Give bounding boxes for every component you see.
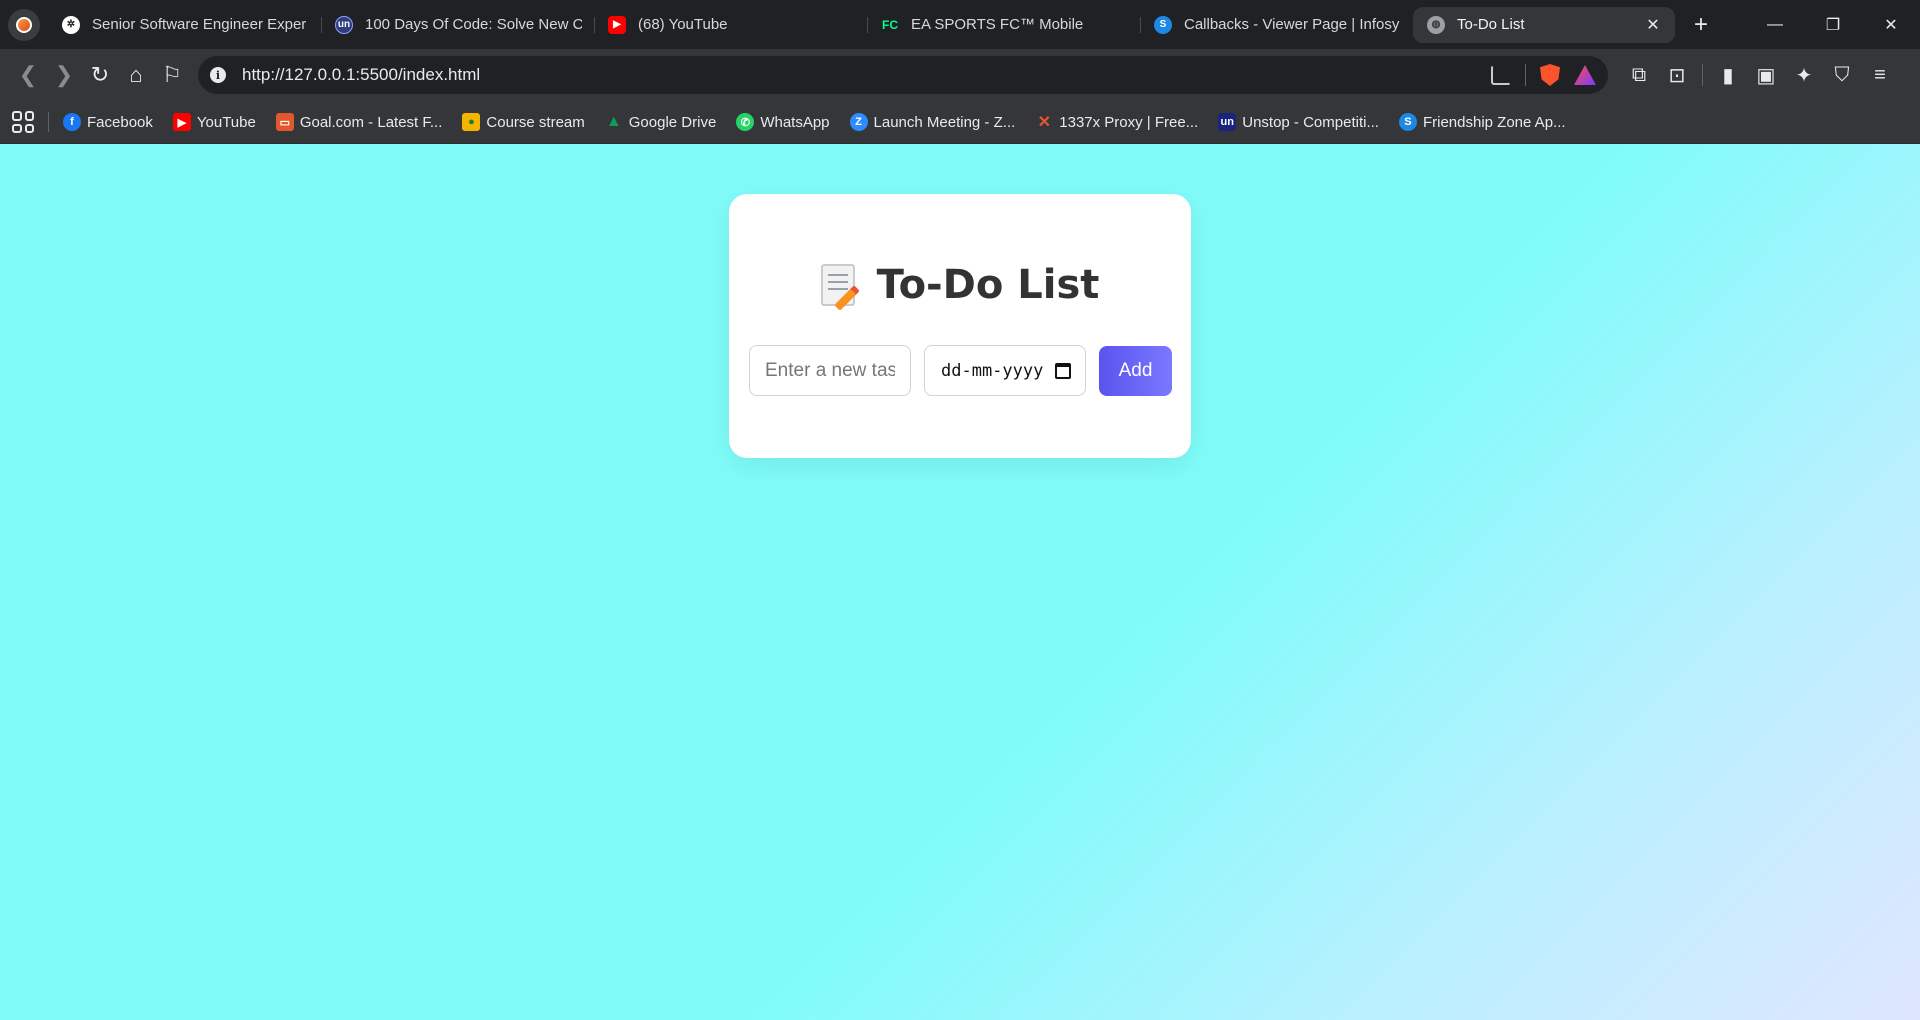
leo-ai-icon[interactable]: ✦ <box>1791 62 1817 88</box>
share-icon[interactable] <box>1491 65 1511 85</box>
window-controls: — ❐ ✕ <box>1746 0 1920 49</box>
reload-icon[interactable]: ↻ <box>82 57 118 93</box>
brave-logo-icon <box>16 16 32 33</box>
tab-title: (68) YouTube <box>638 16 728 33</box>
close-tab-icon[interactable]: ✕ <box>1643 15 1663 35</box>
vpn-icon[interactable]: ⛉ <box>1829 62 1855 88</box>
whatsapp-icon: ✆ <box>736 113 755 131</box>
goal-icon: ▭ <box>275 113 294 131</box>
unstop-icon: un <box>1218 113 1237 131</box>
toolbar: ❮ ❯ ↻ ⌂ ⚐ i http://127.0.0.1:5500/index.… <box>0 49 1920 101</box>
tab-strip: ✲ Senior Software Engineer Exper un 100 … <box>0 0 1920 49</box>
x-icon: ✕ <box>1037 114 1051 131</box>
url-text[interactable]: http://127.0.0.1:5500/index.html <box>242 65 1491 85</box>
youtube-icon: ▶ <box>172 113 191 131</box>
tab-title: Callbacks - Viewer Page | Infosy <box>1184 16 1400 33</box>
back-icon[interactable]: ❮ <box>10 57 46 93</box>
tab-title: Senior Software Engineer Exper <box>92 16 307 33</box>
openai-icon: ✲ <box>62 15 80 34</box>
tab-title: EA SPORTS FC™ Mobile <box>911 16 1084 33</box>
youtube-icon: ▶ <box>608 15 626 34</box>
tab[interactable]: S Callbacks - Viewer Page | Infosy <box>1140 7 1413 43</box>
bookmark-item[interactable]: ▲ Google Drive <box>605 113 717 131</box>
date-placeholder: dd-mm-yyyy <box>941 360 1044 381</box>
bookmark-label: YouTube <box>196 113 256 131</box>
divider <box>1702 64 1703 86</box>
bookmark-item[interactable]: Z Launch Meeting - Z... <box>849 113 1016 131</box>
bookmark-item[interactable]: ✕ 1337x Proxy | Free... <box>1035 113 1199 132</box>
bookmark-label: Facebook <box>87 113 153 131</box>
brave-shields-icon[interactable] <box>1540 64 1560 86</box>
infosys-icon: S <box>1154 15 1172 34</box>
ea-fc-icon: FC <box>882 17 898 32</box>
divider <box>48 112 49 132</box>
date-input[interactable]: dd-mm-yyyy <box>924 345 1086 396</box>
tab-active[interactable]: ◍ To-Do List ✕ <box>1413 6 1675 43</box>
menu-icon[interactable]: ≡ <box>1867 62 1893 88</box>
apps-icon[interactable] <box>12 111 34 133</box>
reading-mode-icon[interactable]: ⊡ <box>1664 62 1690 88</box>
bookmark-label: 1337x Proxy | Free... <box>1059 113 1199 131</box>
brave-menu-button[interactable] <box>8 8 40 41</box>
bookmark-label: WhatsApp <box>760 113 830 131</box>
page-title-text: To-Do List <box>876 262 1100 308</box>
bookmark-item[interactable]: S Friendship Zone Ap... <box>1398 113 1566 131</box>
bookmark-item[interactable]: ● Course stream <box>462 113 585 131</box>
classroom-icon: ● <box>462 113 481 131</box>
bookmark-item[interactable]: un Unstop - Competiti... <box>1218 113 1379 131</box>
bookmark-label: Google Drive <box>628 113 717 131</box>
bookmark-label: Unstop - Competiti... <box>1242 113 1379 131</box>
zoom-icon: Z <box>849 113 868 131</box>
site-info-icon[interactable]: i <box>210 67 226 83</box>
bookmark-label: Launch Meeting - Z... <box>873 113 1016 131</box>
tab[interactable]: ▶ (68) YouTube <box>594 7 867 43</box>
new-tab-button[interactable]: + <box>1685 9 1717 41</box>
task-input[interactable] <box>749 345 911 396</box>
google-drive-icon: ▲ <box>605 113 622 130</box>
unstop-icon: un <box>335 15 353 34</box>
add-button[interactable]: Add <box>1099 345 1172 396</box>
bookmark-label: Course stream <box>486 113 585 131</box>
facebook-icon: f <box>63 113 81 131</box>
minimize-icon[interactable]: — <box>1746 0 1804 49</box>
calendar-icon[interactable] <box>1055 362 1071 379</box>
tab-title: 100 Days Of Code: Solve New C <box>365 16 582 33</box>
sidebar-icon[interactable]: ▮ <box>1715 62 1741 88</box>
bookmarks-bar: f Facebook ▶ YouTube ▭ Goal.com - Latest… <box>0 101 1920 144</box>
bookmark-item[interactable]: ▭ Goal.com - Latest F... <box>275 113 443 131</box>
brave-rewards-icon[interactable] <box>1574 65 1596 85</box>
forward-icon[interactable]: ❯ <box>46 57 82 93</box>
bookmark-label: Goal.com - Latest F... <box>299 113 443 131</box>
divider <box>1525 64 1526 86</box>
bookmark-label: Friendship Zone Ap... <box>1422 113 1566 131</box>
bookmark-item[interactable]: ▶ YouTube <box>172 113 256 131</box>
friendship-icon: S <box>1398 113 1417 131</box>
tab[interactable]: ✲ Senior Software Engineer Exper <box>48 7 321 43</box>
bookmark-icon[interactable]: ⚐ <box>154 57 190 93</box>
bookmark-item[interactable]: f Facebook <box>63 113 153 131</box>
home-icon[interactable]: ⌂ <box>118 57 154 93</box>
page-viewport: To-Do List dd-mm-yyyy Add <box>0 144 1920 1020</box>
address-bar[interactable]: i http://127.0.0.1:5500/index.html <box>198 56 1608 94</box>
bookmark-item[interactable]: ✆ WhatsApp <box>736 113 830 131</box>
restore-icon[interactable]: ❐ <box>1804 0 1862 49</box>
memo-icon <box>820 264 855 306</box>
extensions-icon[interactable]: ⧉ <box>1626 62 1652 88</box>
close-window-icon[interactable]: ✕ <box>1862 0 1920 49</box>
wallet-icon[interactable]: ▣ <box>1753 62 1779 88</box>
tab[interactable]: FC EA SPORTS FC™ Mobile <box>867 7 1140 43</box>
todo-card: To-Do List dd-mm-yyyy Add <box>729 194 1191 458</box>
globe-icon: ◍ <box>1427 15 1445 34</box>
task-form: dd-mm-yyyy Add <box>749 345 1172 396</box>
tab[interactable]: un 100 Days Of Code: Solve New C <box>321 7 594 43</box>
tab-title: To-Do List <box>1457 16 1525 33</box>
page-title: To-Do List <box>729 262 1191 308</box>
